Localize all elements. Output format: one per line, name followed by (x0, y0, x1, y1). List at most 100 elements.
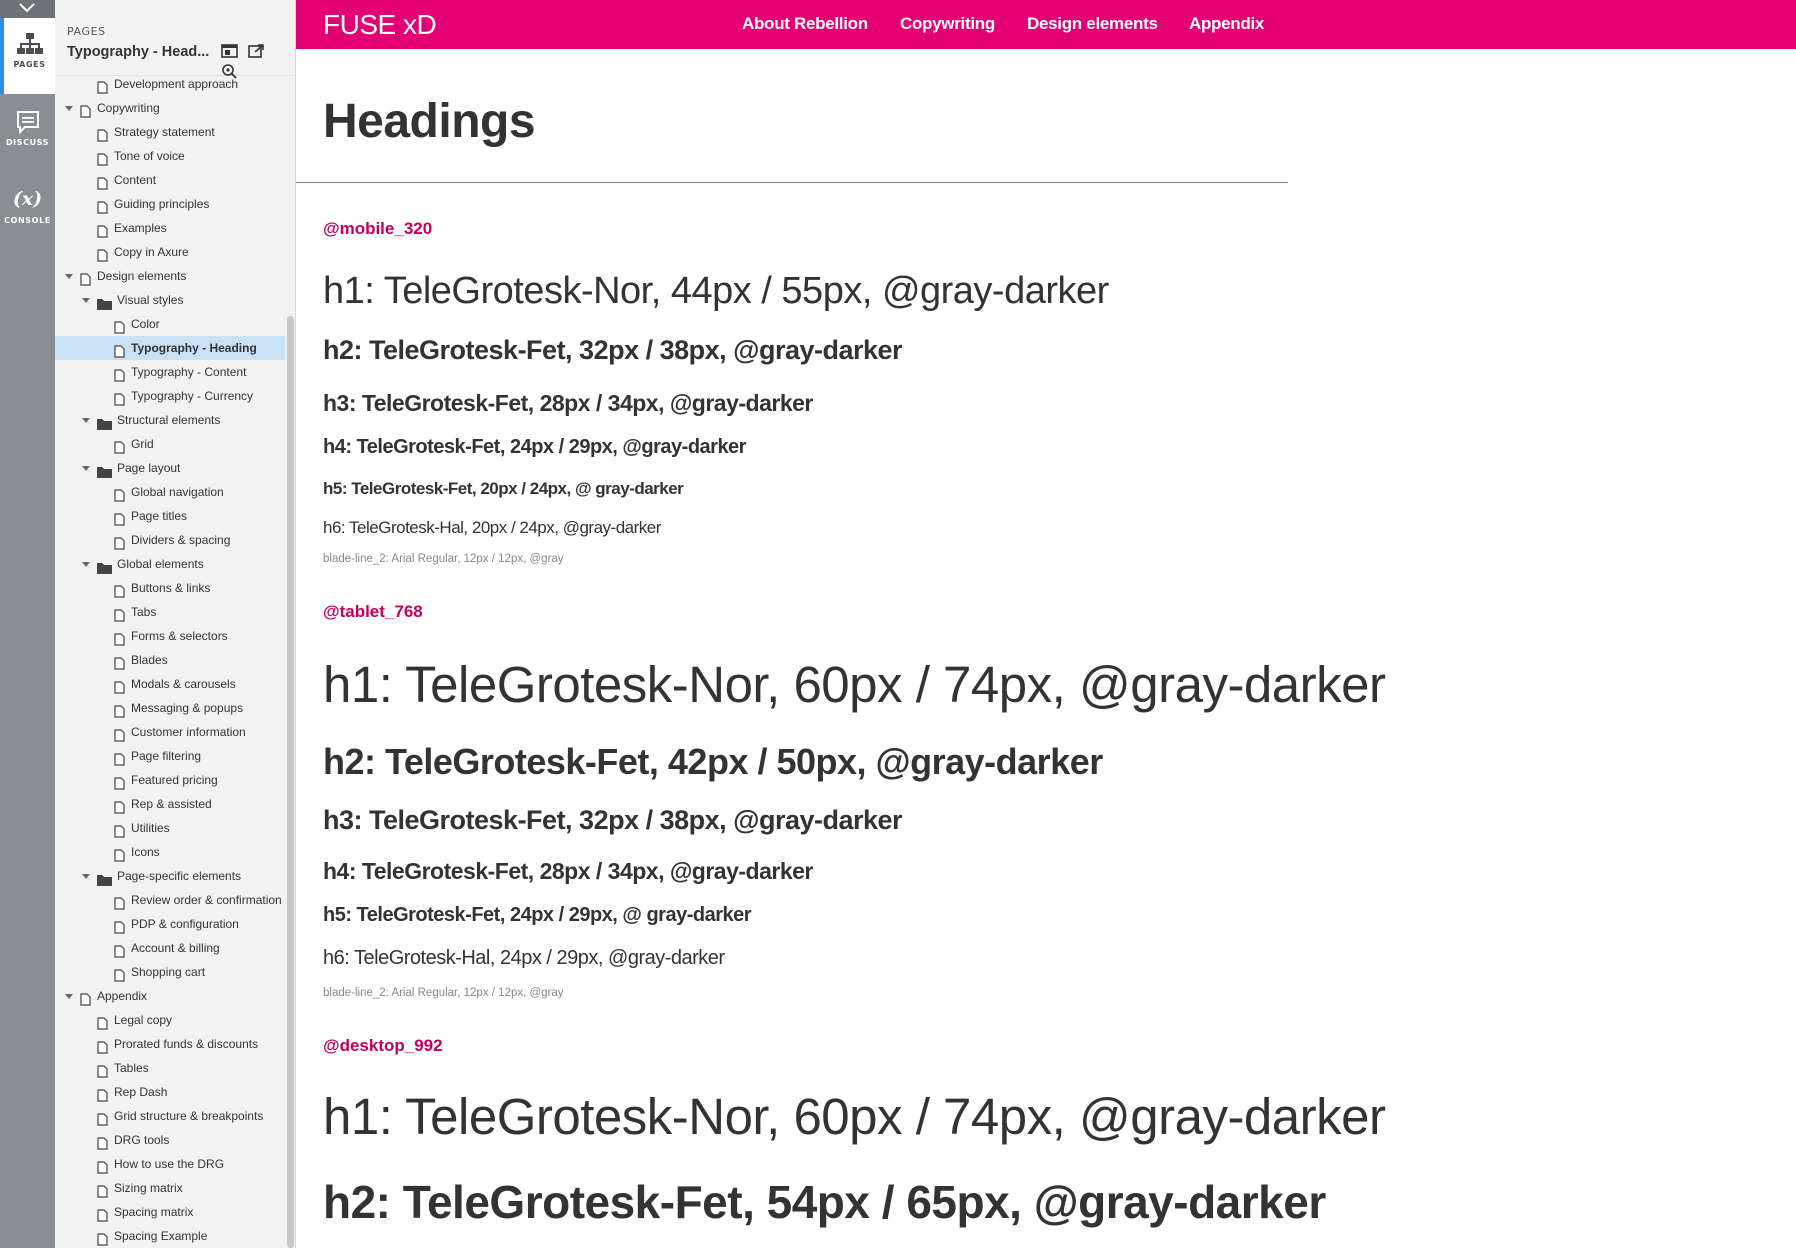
page-tree-item[interactable]: Global navigation (55, 480, 285, 504)
breakpoint-desktop-label: @desktop_992 (323, 1036, 443, 1055)
page-tree-item[interactable]: Typography - Heading (55, 336, 285, 360)
brand-logo[interactable]: FUSE xD (323, 9, 437, 41)
expand-toggle-icon[interactable] (81, 456, 91, 480)
page-tree-item[interactable]: Prorated funds & discounts (55, 1032, 285, 1056)
nav-copywriting[interactable]: Copywriting (900, 14, 995, 34)
page-tree-item[interactable]: Modals & carousels (55, 672, 285, 696)
page-tree-item[interactable]: Forms & selectors (55, 624, 285, 648)
page-tree-item[interactable]: Guiding principles (55, 192, 285, 216)
page-tree-item[interactable]: Account & billing (55, 936, 285, 960)
page-tree-item[interactable]: Color (55, 312, 285, 336)
page-tree-item[interactable]: Featured pricing (55, 768, 285, 792)
page-tree-item[interactable]: How to use the DRG (55, 1152, 285, 1176)
page-tree-item[interactable]: Typography - Content (55, 360, 285, 384)
page-tree-item[interactable]: PDP & configuration (55, 912, 285, 936)
page-tree-item[interactable]: Rep & assisted (55, 792, 285, 816)
rail-pages-button[interactable]: PAGES (0, 18, 55, 94)
page-tree-item-label: Content (114, 173, 157, 187)
sidebar-scrollbar[interactable] (285, 76, 295, 1248)
page-tree-item[interactable]: Buttons & links (55, 576, 285, 600)
page-icon (97, 1206, 108, 1224)
page-tree-item[interactable]: Tables (55, 1056, 285, 1080)
page-tree-item[interactable]: Appendix (55, 984, 285, 1008)
page-tree-item-label: Page-specific elements (117, 869, 242, 883)
expand-toggle-icon[interactable] (64, 96, 74, 120)
nav-appendix[interactable]: Appendix (1189, 14, 1264, 34)
page-tree-item-label: Examples (114, 221, 167, 235)
open-in-tab-icon[interactable] (248, 44, 265, 63)
page-tree-item[interactable]: Dividers & spacing (55, 528, 285, 552)
page-tree-item[interactable]: DRG tools (55, 1128, 285, 1152)
mobile-h5-spec: h5: TeleGrotesk-Fet, 20px / 24px, @ gray… (323, 479, 684, 498)
page-tree-item[interactable]: Customer information (55, 720, 285, 744)
page-icon (114, 630, 125, 648)
page-tree-item[interactable]: Global elements (55, 552, 285, 576)
page-tree-item[interactable]: Spacing matrix (55, 1200, 285, 1224)
page-tree-item[interactable]: Page titles (55, 504, 285, 528)
page-tree-item[interactable]: Copy in Axure (55, 240, 285, 264)
expand-toggle-icon[interactable] (64, 264, 74, 288)
page-tree-item[interactable]: Utilities (55, 816, 285, 840)
page-tree-item[interactable]: Visual styles (55, 288, 285, 312)
sidebar-scrollbar-thumb[interactable] (287, 316, 294, 1248)
rail-discuss-button[interactable]: DISCUSS (0, 96, 55, 172)
page-tree-item-label: Spacing Example (114, 1229, 208, 1243)
page-tree-item[interactable]: Examples (55, 216, 285, 240)
expand-toggle-icon[interactable] (81, 408, 91, 432)
page-tree-item-label: Guiding principles (114, 197, 210, 211)
page-icon (114, 582, 125, 600)
expand-toggle-icon[interactable] (64, 984, 74, 1008)
expand-toggle-icon[interactable] (81, 864, 91, 888)
page-tree-item[interactable]: Legal copy (55, 1008, 285, 1032)
page-icon (97, 150, 108, 168)
page-tree-item-label: Development approach (114, 77, 239, 91)
page-tree-item[interactable]: Shopping cart (55, 960, 285, 984)
page-tree-item[interactable]: Content (55, 168, 285, 192)
page-tree-item[interactable]: Copywriting (55, 96, 285, 120)
page-tree-item[interactable]: Development approach (55, 72, 285, 96)
page-tree-item[interactable]: Grid (55, 432, 285, 456)
main-scrollbar[interactable] (1782, 49, 1796, 1248)
page-tree-item[interactable]: Page-specific elements (55, 864, 285, 888)
tablet-h1-spec: h1: TeleGrotesk-Nor, 60px / 74px, @gray-… (323, 656, 1386, 713)
page-tree-item[interactable]: Tone of voice (55, 144, 285, 168)
nav-about-rebellion[interactable]: About Rebellion (742, 14, 868, 34)
collapse-toggle[interactable] (0, 0, 55, 18)
page-icon (114, 918, 125, 936)
page-icon (97, 1158, 108, 1176)
page-tree-item[interactable]: Typography - Currency (55, 384, 285, 408)
page-tree-item-label: Tone of voice (114, 149, 185, 163)
page-tree-item[interactable]: Rep Dash (55, 1080, 285, 1104)
page-tree-item[interactable]: Grid structure & breakpoints (55, 1104, 285, 1128)
page-tree-item[interactable]: Sizing matrix (55, 1176, 285, 1200)
page-tree-item-label: Page layout (117, 461, 181, 475)
page-tree-item-label: Grid structure & breakpoints (114, 1109, 264, 1123)
page-tree-item[interactable]: Page layout (55, 456, 285, 480)
page-tree-item[interactable]: Tabs (55, 600, 285, 624)
page-tree-item[interactable]: Icons (55, 840, 285, 864)
page-tree-item[interactable]: Design elements (55, 264, 285, 288)
page-tree-item[interactable]: Messaging & popups (55, 696, 285, 720)
page-tree-item[interactable]: Spacing Example (55, 1224, 285, 1248)
page-tree-item[interactable]: Strategy statement (55, 120, 285, 144)
page-tree-item[interactable]: Structural elements (55, 408, 285, 432)
pages-panel: PAGES Typography - Head... Development a… (55, 0, 296, 1248)
page-tree-item-label: Page filtering (131, 749, 202, 763)
page-icon (114, 798, 125, 816)
page-icon (97, 1014, 108, 1032)
page-tree-item-label: Spacing matrix (114, 1205, 194, 1219)
breakpoint-mobile-label: @mobile_320 (323, 219, 433, 238)
expand-toggle-icon[interactable] (81, 552, 91, 576)
page-icon (97, 1062, 108, 1080)
page-tree-item[interactable]: Blades (55, 648, 285, 672)
single-page-icon[interactable] (221, 44, 238, 63)
page-tree-item-label: Account & billing (131, 941, 220, 955)
rail-console-button[interactable]: (x) CONSOLE (0, 174, 55, 250)
page-tree-item[interactable]: Review order & confirmation (55, 888, 285, 912)
page-icon (97, 198, 108, 216)
page-tree-item[interactable]: Page filtering (55, 744, 285, 768)
expand-toggle-icon[interactable] (81, 288, 91, 312)
page-icon (97, 1134, 108, 1152)
nav-design-elements[interactable]: Design elements (1027, 14, 1158, 34)
page-icon (97, 126, 108, 144)
